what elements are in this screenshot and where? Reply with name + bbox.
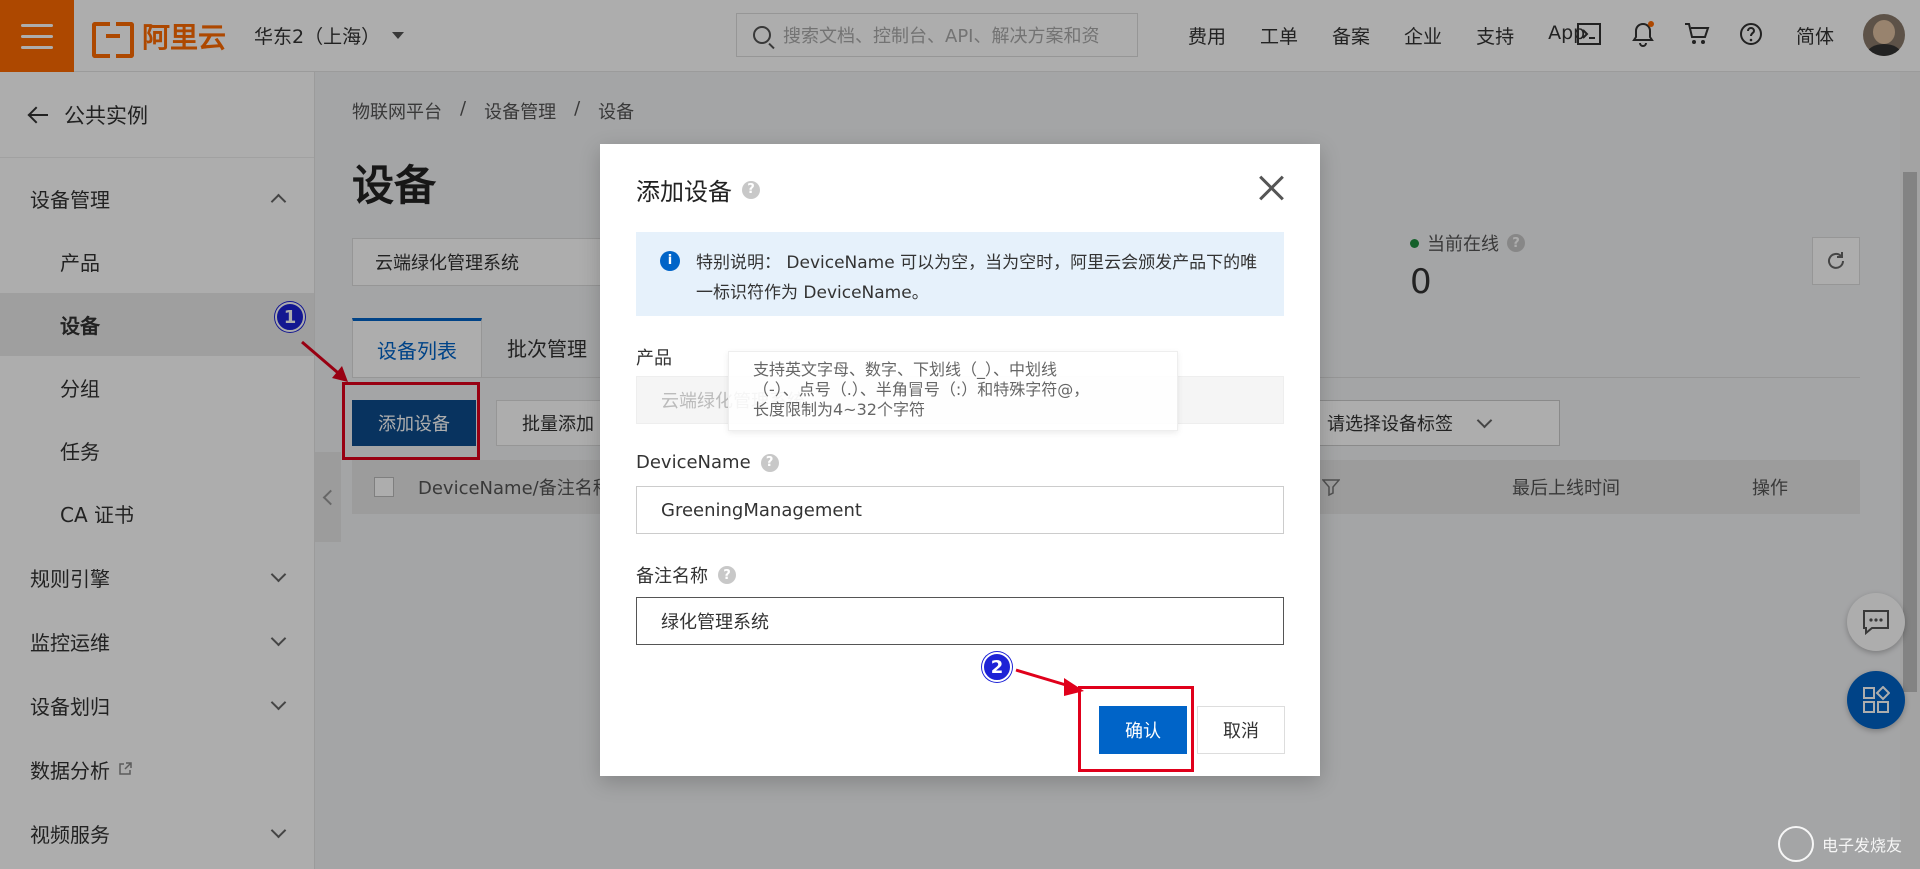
- close-icon[interactable]: [1256, 172, 1288, 204]
- devicename-input[interactable]: GreeningManagement: [636, 486, 1284, 534]
- remark-name-input[interactable]: 绿化管理系统: [636, 597, 1284, 645]
- help-icon[interactable]: ?: [718, 566, 736, 584]
- devicename-label: DeviceName ?: [636, 452, 779, 473]
- dialog-title-text: 添加设备: [636, 178, 732, 206]
- watermark-text: 电子发烧友: [1822, 836, 1903, 855]
- annotation-box-confirm: [1078, 686, 1194, 772]
- watermark: 电子发烧友: [1778, 826, 1902, 862]
- watermark-logo-icon: [1778, 826, 1814, 862]
- tooltip-line: 长度限制为4~32个字符: [753, 400, 925, 419]
- add-device-dialog: 添加设备 ? i 特别说明： DeviceName 可以为空，当为空时，阿里云会…: [600, 144, 1320, 776]
- help-icon[interactable]: ?: [760, 453, 779, 472]
- tooltip-line: 支持英文字母、数字、下划线（_）、中划线: [753, 360, 1058, 379]
- devicename-label-text: DeviceName: [636, 452, 751, 473]
- notice-text: DeviceName 可以为空，当为空时，阿里云会颁发产品下的唯一标识符作为 D…: [696, 253, 1258, 303]
- notice-prefix: 特别说明：: [696, 253, 781, 273]
- dialog-title: 添加设备 ?: [636, 172, 760, 207]
- notice-box: i 特别说明： DeviceName 可以为空，当为空时，阿里云会颁发产品下的唯…: [636, 232, 1284, 316]
- help-icon[interactable]: ?: [742, 180, 760, 199]
- remark-label-text: 备注名称: [636, 566, 708, 587]
- annotation-step-2: 2: [982, 652, 1012, 682]
- product-label: 产品: [636, 348, 672, 369]
- annotation-arrow-2: [1015, 668, 1084, 696]
- remark-label: 备注名称 ?: [636, 562, 736, 588]
- tooltip-line: （-）、点号（.）、半角冒号（:）和特殊字符@，: [753, 380, 1090, 399]
- devicename-rules-tooltip: 支持英文字母、数字、下划线（_）、中划线 （-）、点号（.）、半角冒号（:）和特…: [728, 351, 1178, 431]
- info-icon: i: [660, 251, 680, 271]
- cancel-button[interactable]: 取消: [1197, 706, 1285, 754]
